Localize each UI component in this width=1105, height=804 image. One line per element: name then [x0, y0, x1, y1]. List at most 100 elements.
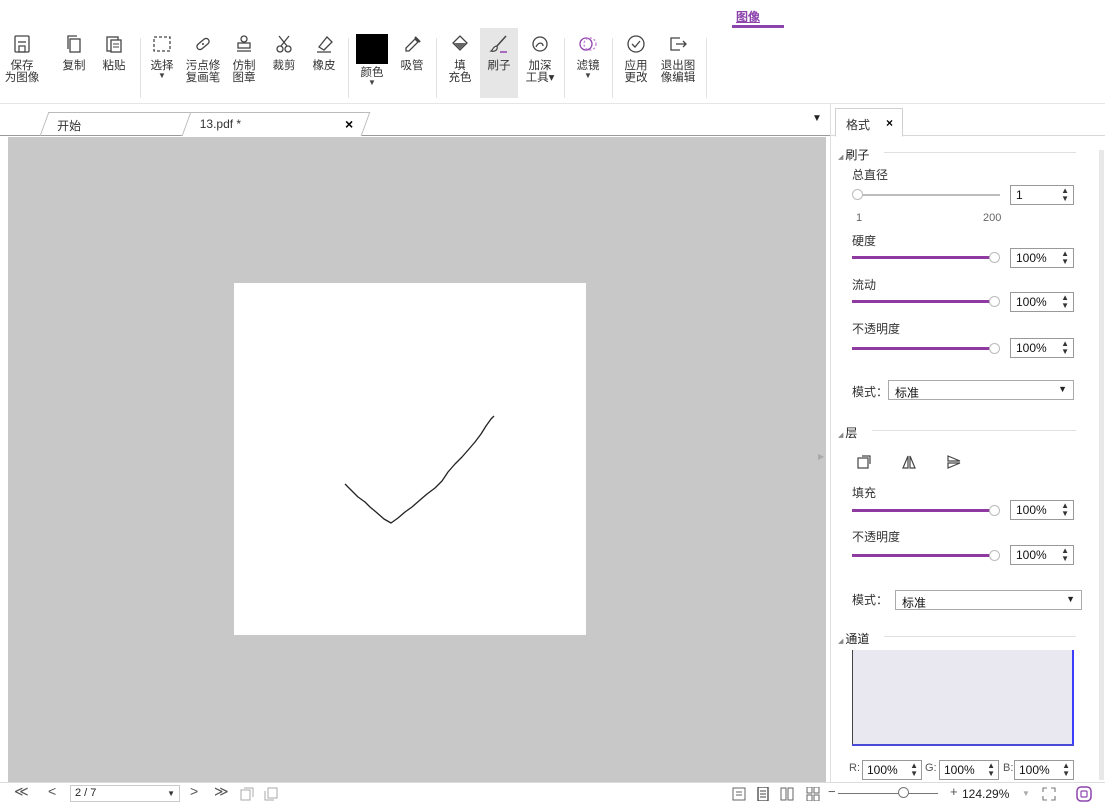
spinner-icon[interactable]: ▲ ▼: [1061, 502, 1069, 518]
clone-label-1: 仿制: [232, 60, 256, 72]
spinner-icon[interactable]: ▲ ▼: [1061, 547, 1069, 563]
spinner-icon[interactable]: ▲ ▼: [1062, 762, 1070, 778]
copy-button[interactable]: 复制: [56, 34, 92, 72]
next-page-icon[interactable]: >: [190, 783, 198, 799]
spinner-icon[interactable]: ▲ ▼: [987, 762, 995, 778]
hardness-input[interactable]: 100% ▲ ▼: [1010, 248, 1074, 268]
layer-fill-input[interactable]: 100% ▲ ▼: [1010, 500, 1074, 520]
close-tab-icon[interactable]: ×: [345, 116, 353, 132]
prev-page-icon[interactable]: <: [48, 783, 56, 799]
hardness-slider-track[interactable]: [852, 256, 992, 259]
tab-list-dropdown-icon[interactable]: ▼: [812, 113, 822, 124]
channel-r-label: R:: [849, 762, 860, 774]
zoom-slider-track[interactable]: [838, 793, 938, 794]
apply-label-2: 更改: [624, 72, 648, 84]
tab-document[interactable]: 13.pdf *: [181, 112, 371, 136]
chevron-down-icon: ▼: [1066, 594, 1075, 604]
channel-r-input[interactable]: 100% ▲ ▼: [862, 760, 922, 780]
brush-button[interactable]: 刷子: [481, 34, 517, 72]
paste-button[interactable]: 粘贴: [96, 34, 132, 72]
tab-image[interactable]: 图像: [736, 8, 760, 25]
panel-tab-format[interactable]: 格式 ×: [835, 108, 903, 137]
collapse-panel-icon[interactable]: ▶: [818, 452, 824, 461]
layer-opacity-label: 不透明度: [852, 530, 901, 544]
brush-opacity-slider-track[interactable]: [852, 347, 992, 350]
apply-label-1: 应用: [624, 60, 648, 72]
section-layer-title[interactable]: ◢ 层: [838, 424, 857, 441]
channel-curves-graph[interactable]: [852, 650, 1074, 746]
spinner-icon[interactable]: ▲ ▼: [1061, 294, 1069, 310]
layer-opacity-slider-knob[interactable]: [989, 550, 1000, 561]
tab-start[interactable]: 开始: [39, 112, 197, 136]
section-channel-title[interactable]: ◢ 通道: [838, 630, 869, 647]
layer-fill-label: 填充: [852, 486, 877, 500]
clone-stamp-button[interactable]: 仿制 图章: [226, 34, 262, 84]
brush-mode-select[interactable]: 标准 ▼: [888, 380, 1074, 400]
spinner-icon[interactable]: ▲ ▼: [1061, 340, 1069, 356]
spinner-icon[interactable]: ▲ ▼: [1061, 250, 1069, 266]
diameter-input[interactable]: 1 ▲ ▼: [1010, 185, 1074, 205]
select-button[interactable]: 选择 ▼: [144, 34, 180, 80]
last-page-icon[interactable]: ≫: [214, 783, 229, 800]
layer-opacity-slider-track[interactable]: [852, 554, 992, 557]
diameter-slider-knob[interactable]: [852, 189, 863, 200]
layer-mode-select[interactable]: 标准 ▼: [895, 590, 1082, 610]
section-brush-title[interactable]: ◢ 刷子: [838, 146, 869, 163]
color-button[interactable]: 颜色 ▼: [354, 34, 390, 87]
save-label-2: 为图像: [4, 72, 40, 84]
assistant-icon[interactable]: [1076, 786, 1092, 802]
brush-opacity-slider-knob[interactable]: [989, 343, 1000, 354]
single-page-view-icon[interactable]: [732, 787, 746, 801]
fit-width-icon[interactable]: [264, 787, 278, 801]
diameter-slider-track[interactable]: [858, 194, 1000, 196]
filter-button[interactable]: 滤镜 ▼: [570, 34, 606, 80]
document-canvas[interactable]: [8, 137, 826, 782]
save-as-image-button[interactable]: 保存 为图像: [4, 34, 40, 84]
layer-fill-value: 100%: [1016, 503, 1047, 517]
zoom-dropdown-icon[interactable]: ▼: [1022, 789, 1030, 798]
facing-view-icon[interactable]: [780, 787, 794, 801]
brush-opacity-input[interactable]: 100% ▲ ▼: [1010, 338, 1074, 358]
channel-b-value: 100%: [1019, 763, 1050, 777]
image-page[interactable]: [234, 283, 586, 635]
brush-mode-value: 标准: [895, 386, 920, 400]
panel-scrollbar[interactable]: [1099, 150, 1104, 780]
tab-document-label: 13.pdf *: [199, 117, 242, 131]
layer-fill-slider-knob[interactable]: [989, 505, 1000, 516]
burn-tool-button[interactable]: 加深 工具▾: [520, 34, 560, 84]
section-divider: [872, 430, 1076, 431]
spinner-icon[interactable]: ▲ ▼: [1061, 187, 1069, 203]
diameter-max: 200: [983, 212, 1002, 224]
flow-slider-track[interactable]: [852, 300, 992, 303]
flip-vertical-icon[interactable]: [946, 454, 962, 470]
layer-opacity-input[interactable]: 100% ▲ ▼: [1010, 545, 1074, 565]
hardness-slider-knob[interactable]: [989, 252, 1000, 263]
layer-fill-slider-track[interactable]: [852, 509, 992, 512]
zoom-in-button[interactable]: +: [950, 784, 958, 799]
continuous-facing-view-icon[interactable]: [806, 787, 820, 801]
apply-changes-button[interactable]: 应用 更改: [618, 34, 654, 84]
spinner-icon[interactable]: ▲ ▼: [910, 762, 918, 778]
eraser-button[interactable]: 橡皮: [306, 34, 342, 72]
exit-image-edit-button[interactable]: 退出图 像编辑: [656, 34, 700, 84]
layer-mode-value: 标准: [902, 596, 927, 610]
channel-b-input[interactable]: 100% ▲ ▼: [1014, 760, 1074, 780]
zoom-out-button[interactable]: −: [828, 784, 836, 799]
fill-color-button[interactable]: 填 充色: [442, 34, 478, 84]
flow-input[interactable]: 100% ▲ ▼: [1010, 292, 1074, 312]
flow-slider-knob[interactable]: [989, 296, 1000, 307]
crop-button[interactable]: 裁剪: [266, 34, 302, 72]
fit-page-icon[interactable]: [240, 787, 254, 801]
page-number-field[interactable]: 2 / 7 ▼: [70, 785, 180, 802]
rotate-layer-icon[interactable]: [856, 454, 872, 470]
first-page-icon[interactable]: ≪: [14, 783, 29, 800]
spot-healing-brush-button[interactable]: 污点修 复画笔: [182, 34, 224, 84]
flip-horizontal-icon[interactable]: [901, 454, 917, 470]
channel-g-input[interactable]: 100% ▲ ▼: [939, 760, 999, 780]
continuous-view-icon[interactable]: [756, 787, 770, 801]
zoom-level[interactable]: 124.29%: [962, 787, 1009, 801]
zoom-slider-knob[interactable]: [898, 787, 909, 798]
eyedropper-button[interactable]: 吸管: [394, 34, 430, 72]
fullscreen-icon[interactable]: [1042, 787, 1056, 801]
close-panel-icon[interactable]: ×: [886, 116, 893, 130]
